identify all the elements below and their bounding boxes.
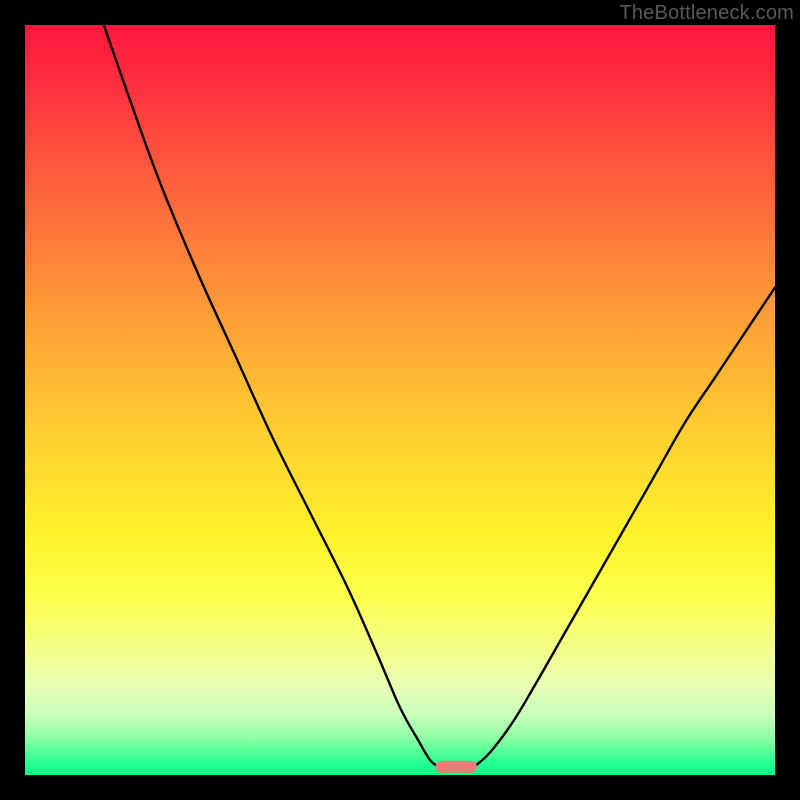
min-marker [436,761,477,773]
chart-frame: TheBottleneck.com [0,0,800,800]
curve-layer [25,25,775,775]
watermark-text: TheBottleneck.com [619,2,794,25]
curve-left-branch [104,25,438,766]
curve-right-branch [475,288,775,767]
plot-area [25,25,775,775]
